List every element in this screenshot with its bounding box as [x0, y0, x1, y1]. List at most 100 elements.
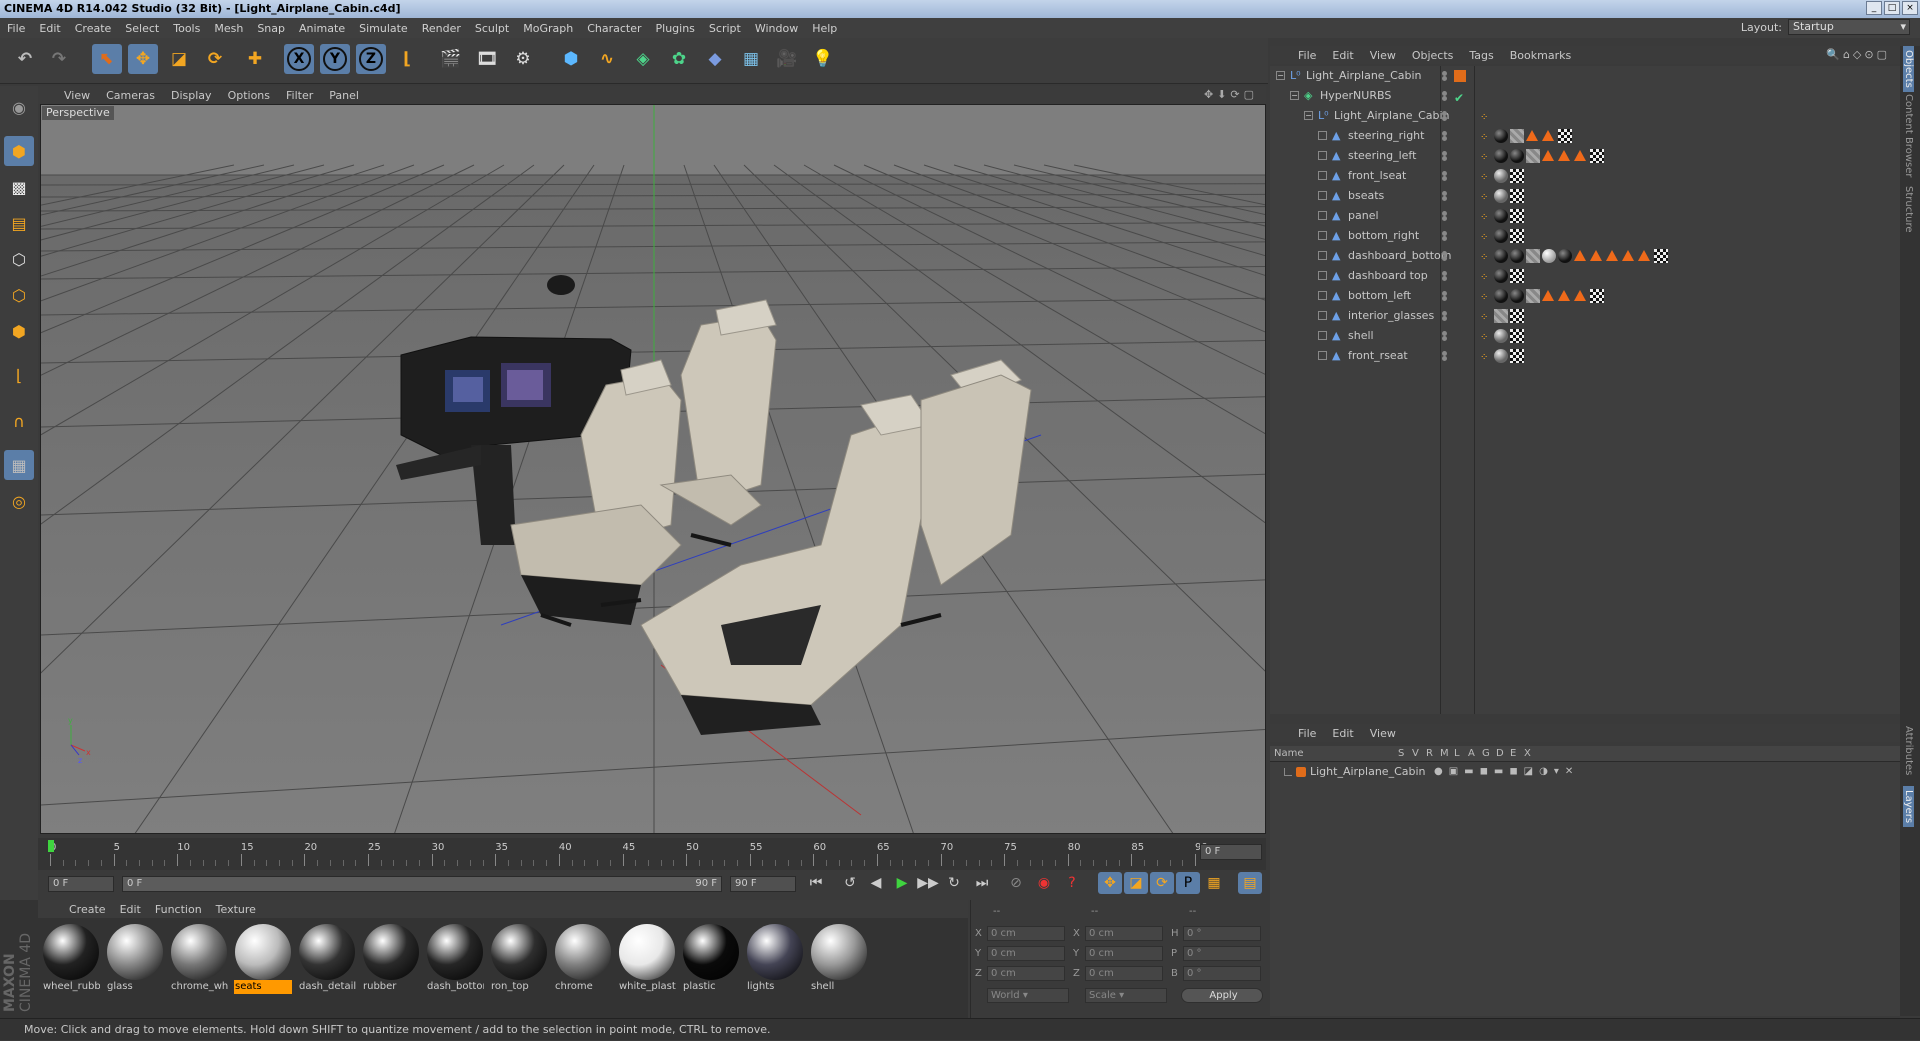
phong-tag-icon[interactable]: ⁘: [1480, 248, 1488, 268]
menu-edit[interactable]: Edit: [32, 22, 67, 35]
tab-layers[interactable]: Layers: [1903, 786, 1914, 828]
selection-tag-icon[interactable]: [1590, 250, 1602, 261]
render-settings-icon[interactable]: ⚙: [508, 44, 538, 74]
visibility-dots[interactable]: [1442, 231, 1448, 241]
texture-tag-icon[interactable]: [1494, 189, 1508, 203]
layer-column-a[interactable]: A: [1468, 746, 1475, 762]
coordinate-mode-dropdown[interactable]: World ▾: [987, 988, 1069, 1003]
viewport-camera-label[interactable]: Perspective: [42, 106, 114, 120]
coord-value-field[interactable]: 0 cm: [1085, 946, 1163, 961]
texture-tag-icon[interactable]: [1494, 229, 1508, 243]
selection-tag-icon[interactable]: [1606, 250, 1618, 261]
edges-mode-icon[interactable]: ⬡: [4, 280, 34, 310]
viewport-menu-panel[interactable]: Panel: [321, 89, 367, 102]
material-lights[interactable]: lights: [746, 922, 804, 996]
menu-render[interactable]: Render: [415, 22, 468, 35]
texture-tag-icon[interactable]: [1494, 289, 1508, 303]
camera-icon[interactable]: 🎥: [772, 44, 802, 74]
viewport-menu-cameras[interactable]: Cameras: [98, 89, 163, 102]
layout-dropdown[interactable]: Startup ▾: [1788, 19, 1910, 35]
phong-tag-icon[interactable]: ⁘: [1480, 328, 1488, 348]
coord-value-field[interactable]: 0 cm: [1085, 966, 1163, 981]
selection-tag-icon[interactable]: [1542, 130, 1554, 141]
key-scale-icon[interactable]: ◪: [1124, 872, 1148, 894]
object-row[interactable]: ▲ steering_left ⁘: [1270, 146, 1900, 166]
texture-tag-icon[interactable]: [1494, 329, 1508, 343]
selection-tag-icon[interactable]: [1622, 250, 1634, 261]
close-button[interactable]: ×: [1902, 1, 1918, 15]
axis-mode-icon[interactable]: ⌊: [4, 360, 34, 390]
visibility-dots[interactable]: [1442, 331, 1448, 341]
layer-menu-edit[interactable]: Edit: [1324, 727, 1361, 740]
visibility-dots[interactable]: [1442, 151, 1448, 161]
viewport-menu-options[interactable]: Options: [220, 89, 278, 102]
coord-value-field[interactable]: 0 °: [1183, 946, 1261, 961]
texture-tag-icon[interactable]: [1494, 169, 1508, 183]
object-menu-bookmarks[interactable]: Bookmarks: [1502, 49, 1579, 62]
redo-icon[interactable]: ↷: [44, 44, 74, 74]
texture-tag-icon[interactable]: [1494, 149, 1508, 163]
layer-menu-file[interactable]: File: [1290, 727, 1324, 740]
viewport-nav-icons[interactable]: ✥⬇⟳▢: [1204, 88, 1258, 101]
layer-flags[interactable]: ●▣▬◼▬◼◪◑▾✕: [1434, 762, 1579, 782]
selection-tag-icon[interactable]: [1542, 150, 1554, 161]
undo-icon[interactable]: ↶: [10, 44, 40, 74]
visibility-dots[interactable]: [1442, 91, 1448, 101]
object-row[interactable]: ▲ bseats ⁘: [1270, 186, 1900, 206]
deformer-icon[interactable]: ◆: [700, 44, 730, 74]
object-row[interactable]: − L⁰ Light_Airplane_Cabin ⁘: [1270, 106, 1900, 126]
x-axis-lock-icon[interactable]: X: [284, 44, 314, 74]
selection-tag-icon[interactable]: [1574, 150, 1586, 161]
floor-icon[interactable]: ▦: [736, 44, 766, 74]
object-manager-icons[interactable]: 🔍⌂◇⊙▢: [1826, 48, 1890, 61]
object-row[interactable]: ▲ front_rseat ⁘: [1270, 346, 1900, 366]
material-menu-texture[interactable]: Texture: [209, 903, 263, 916]
go-to-start-icon[interactable]: ⏮: [804, 872, 828, 894]
nurbs-icon[interactable]: ◈: [628, 44, 658, 74]
autokey-icon[interactable]: ⊘: [1004, 872, 1028, 894]
menu-mesh[interactable]: Mesh: [207, 22, 250, 35]
z-axis-lock-icon[interactable]: Z: [356, 44, 386, 74]
layer-column-name[interactable]: Name: [1274, 746, 1304, 762]
phong-tag-icon[interactable]: ⁘: [1480, 168, 1488, 188]
expand-toggle-icon[interactable]: [1318, 151, 1327, 160]
spline-icon[interactable]: ∿: [592, 44, 622, 74]
uvw-tag-icon[interactable]: [1590, 289, 1604, 303]
timeline-window-icon[interactable]: ▤: [1238, 872, 1262, 894]
expand-toggle-icon[interactable]: [1318, 171, 1327, 180]
coord-value-field[interactable]: 0 cm: [987, 966, 1065, 981]
visibility-dots[interactable]: [1442, 271, 1448, 281]
live-selection-icon[interactable]: ⬉: [92, 44, 122, 74]
scale-icon[interactable]: ◪: [164, 44, 194, 74]
minimize-button[interactable]: _: [1866, 1, 1882, 15]
texture-tag-icon[interactable]: [1494, 249, 1508, 263]
expand-toggle-icon[interactable]: [1318, 331, 1327, 340]
object-row[interactable]: ▲ dashboard_bottom ⁘: [1270, 246, 1900, 266]
menu-file[interactable]: File: [0, 22, 32, 35]
y-axis-lock-icon[interactable]: Y: [320, 44, 350, 74]
expand-toggle-icon[interactable]: [1318, 351, 1327, 360]
uvw-tag-icon[interactable]: [1510, 229, 1524, 243]
timeline-ruler[interactable]: 051015202530354045505560657075808590 0 F: [38, 838, 1266, 870]
lock-workplane-icon[interactable]: ◎: [4, 486, 34, 516]
material-seats[interactable]: seats: [234, 922, 292, 996]
visibility-dots[interactable]: [1442, 191, 1448, 201]
visibility-dots[interactable]: [1442, 71, 1448, 81]
texture-tag-icon[interactable]: [1494, 269, 1508, 283]
layer-column-r[interactable]: R: [1426, 746, 1433, 762]
expand-toggle-icon[interactable]: −: [1276, 71, 1285, 80]
texture-tag-icon[interactable]: [1526, 149, 1540, 163]
menu-plugins[interactable]: Plugins: [649, 22, 702, 35]
texture-tag-icon[interactable]: [1526, 289, 1540, 303]
object-row[interactable]: ▲ interior_glasses ⁘: [1270, 306, 1900, 326]
next-key-icon[interactable]: ↻: [942, 872, 966, 894]
texture-tag-icon[interactable]: [1510, 289, 1524, 303]
tab-structure[interactable]: Structure: [1903, 186, 1914, 233]
menu-simulate[interactable]: Simulate: [352, 22, 415, 35]
visibility-dots[interactable]: [1442, 291, 1448, 301]
menu-window[interactable]: Window: [748, 22, 805, 35]
layer-row[interactable]: Light_Airplane_Cabin ●▣▬◼▬◼◪◑▾✕: [1270, 762, 1900, 782]
key-position-icon[interactable]: ✥: [1098, 872, 1122, 894]
coord-value-field[interactable]: 0 °: [1183, 926, 1261, 941]
uvw-tag-icon[interactable]: [1510, 309, 1524, 323]
